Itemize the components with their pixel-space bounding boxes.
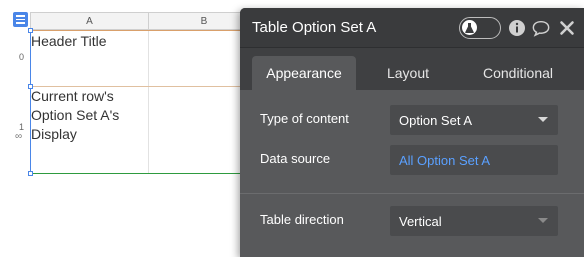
table-direction-label: Table direction (260, 212, 344, 227)
table-bottom-edge (30, 173, 260, 174)
property-editor: Table Option Set A Appearance Layout Con… (240, 8, 584, 257)
appearance-properties: Type of content Option Set A Data source… (240, 90, 584, 257)
type-of-content-label: Type of content (260, 111, 349, 126)
table-direction-value: Vertical (399, 213, 442, 229)
table-direction-dropdown[interactable]: Vertical (390, 206, 558, 236)
tab-conditional[interactable]: Conditional (462, 56, 574, 90)
table-element[interactable]: A B 0 1 ∞ Header Title Current row's Opt… (0, 0, 260, 257)
flask-icon (462, 20, 477, 35)
tab-appearance[interactable]: Appearance (252, 56, 356, 90)
chevron-down-icon (538, 117, 548, 122)
panel-header: Table Option Set A (240, 8, 584, 48)
data-source-label: Data source (260, 151, 331, 166)
panel-tabs: Appearance Layout Conditional (240, 48, 584, 90)
info-icon[interactable] (508, 19, 526, 37)
resize-handle[interactable] (28, 28, 33, 33)
type-of-content-dropdown[interactable]: Option Set A (390, 105, 558, 135)
data-source-value: All Option Set A (399, 152, 491, 168)
resize-handle[interactable] (28, 84, 33, 89)
data-source-field[interactable]: All Option Set A (390, 145, 558, 175)
menu-icon[interactable] (13, 12, 28, 27)
comment-icon[interactable] (532, 19, 550, 37)
row-number: 0 (18, 52, 24, 62)
panel-title: Table Option Set A (252, 19, 377, 36)
editor-stage: A B 0 1 ∞ Header Title Current row's Opt… (0, 0, 584, 257)
link-icon: ∞ (15, 131, 23, 142)
table-cell-current-row[interactable]: Current row's Option Set A's Display (31, 87, 149, 173)
resize-handle[interactable] (28, 171, 33, 176)
inspector-toggle[interactable] (459, 17, 501, 39)
close-icon[interactable] (558, 19, 576, 37)
table-cell-header-title[interactable]: Header Title (31, 32, 149, 84)
chevron-down-icon (538, 218, 548, 223)
type-of-content-value: Option Set A (399, 112, 472, 128)
tab-layout[interactable]: Layout (370, 56, 446, 90)
section-divider (240, 193, 584, 194)
column-header-a[interactable]: A (30, 12, 149, 30)
